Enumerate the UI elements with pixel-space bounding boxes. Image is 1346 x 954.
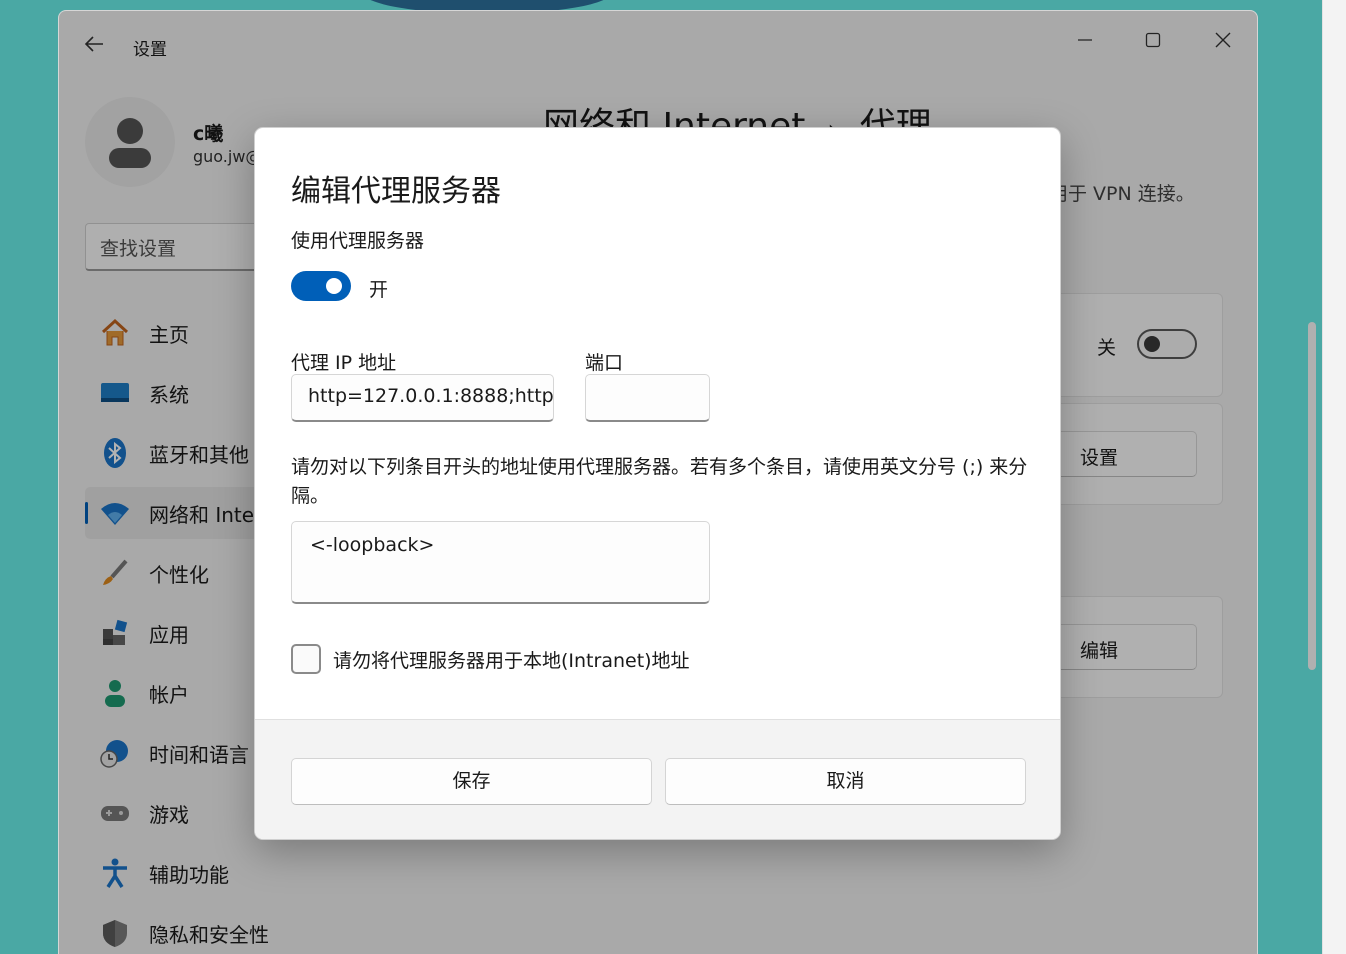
scrollbar-thumb[interactable] xyxy=(1308,322,1316,670)
edit-proxy-dialog: 编辑代理服务器 使用代理服务器 开 代理 IP 地址 端口 http=127.0… xyxy=(254,127,1061,840)
proxy-ip-label: 代理 IP 地址 xyxy=(291,352,397,374)
dialog-title: 编辑代理服务器 xyxy=(291,174,501,209)
port-label: 端口 xyxy=(585,352,624,374)
exceptions-textarea[interactable]: <-loopback> xyxy=(291,521,710,604)
local-address-checkbox[interactable] xyxy=(291,644,321,674)
proxy-ip-input[interactable]: http=127.0.0.1:8888;https xyxy=(291,374,554,422)
use-proxy-label: 使用代理服务器 xyxy=(291,230,425,252)
local-address-checkbox-label[interactable]: 请勿将代理服务器用于本地(Intranet)地址 xyxy=(333,646,690,673)
use-proxy-toggle-state: 开 xyxy=(369,279,389,301)
use-proxy-toggle[interactable] xyxy=(291,271,351,301)
cancel-button[interactable]: 取消 xyxy=(665,758,1026,805)
exceptions-description: 请勿对以下列条目开头的地址使用代理服务器。若有多个条目，请使用英文分号 (;) … xyxy=(291,456,1028,507)
dialog-footer: 保存 取消 xyxy=(255,719,1060,839)
port-input[interactable] xyxy=(585,374,710,422)
background-window-edge xyxy=(1322,0,1346,954)
save-button[interactable]: 保存 xyxy=(291,758,652,805)
